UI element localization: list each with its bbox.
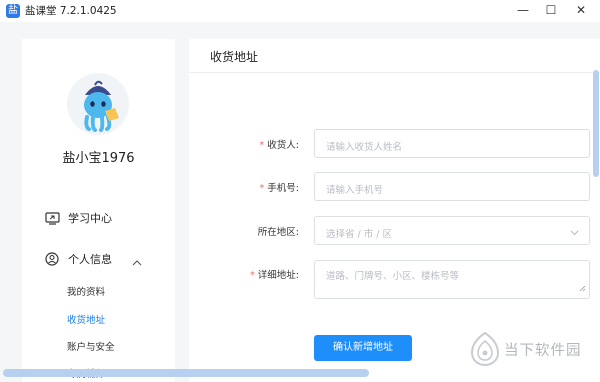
resize-handle-icon[interactable] [579, 284, 586, 295]
title-bar: 盐 盐课堂 7.2.1.0425 — ☐ ✕ [0, 0, 600, 22]
watermark-text: 当下软件园 [504, 342, 582, 359]
chevron-up-icon[interactable] [132, 251, 142, 270]
nav-personal-info[interactable]: 个人信息 [44, 249, 112, 269]
detail-address-label: * 详细地址: [250, 270, 299, 281]
window-title: 盐课堂 7.2.1.0425 [25, 5, 117, 17]
vertical-scrollbar[interactable] [593, 70, 599, 177]
nav-study-center[interactable]: 学习中心 [44, 208, 112, 228]
required-mark: * [259, 140, 265, 151]
horizontal-scrollbar[interactable] [3, 369, 369, 377]
confirm-add-address-button[interactable]: 确认新增地址 [314, 335, 412, 361]
sub-item-shipping-address[interactable]: 收货地址 [67, 312, 105, 326]
phone-label: * 手机号: [259, 183, 299, 194]
mascot-avatar-icon [84, 80, 119, 132]
sub-item-account-security[interactable]: 账户与安全 [67, 339, 115, 353]
region-select[interactable]: 选择省 / 市 / 区 [314, 216, 590, 245]
app-content: 盐小宝1976 学习中心 个人信息 我的资料 收货地址 账户与安全 专属辅师 收… [0, 22, 600, 382]
region-label: 所在地区: [257, 227, 299, 238]
detail-address-textarea[interactable]: 道路、门牌号、小区、楼栋号等 [314, 260, 590, 299]
detail-address-placeholder: 道路、门牌号、小区、楼栋号等 [326, 271, 460, 282]
page-title: 收货地址 [210, 50, 259, 64]
close-button[interactable]: ✕ [567, 0, 595, 22]
chevron-down-icon [570, 228, 579, 239]
minimize-button[interactable]: — [509, 0, 537, 22]
recipient-placeholder: 请输入收货人姓名 [326, 142, 403, 153]
avatar[interactable] [67, 73, 129, 135]
monitor-icon [44, 210, 60, 226]
phone-placeholder: 请输入手机号 [326, 185, 384, 196]
recipient-input[interactable]: 请输入收货人姓名 [314, 129, 590, 158]
watermark: 当下软件园 [470, 332, 582, 366]
nav-study-center-label: 学习中心 [68, 212, 112, 225]
required-mark: * [259, 183, 265, 194]
recipient-label: * 收货人: [259, 140, 299, 151]
sidebar: 盐小宝1976 学习中心 个人信息 我的资料 收货地址 账户与安全 专属辅师 [22, 39, 175, 382]
phone-input[interactable]: 请输入手机号 [314, 172, 590, 201]
maximize-button[interactable]: ☐ [537, 0, 565, 22]
watermark-logo-icon [470, 332, 500, 366]
user-circle-icon [44, 251, 60, 267]
sub-item-my-profile[interactable]: 我的资料 [67, 284, 105, 298]
required-mark: * [250, 270, 255, 281]
main-header: 收货地址 [189, 39, 600, 73]
main-panel: 收货地址 * 收货人: 请输入收货人姓名 * 手机号: 请输入手机号 所在地区: 选… [189, 39, 600, 382]
username: 盐小宝1976 [62, 151, 135, 166]
region-placeholder: 选择省 / 市 / 区 [326, 229, 392, 240]
app-logo-icon: 盐 [6, 4, 20, 18]
nav-personal-info-label: 个人信息 [68, 253, 112, 266]
